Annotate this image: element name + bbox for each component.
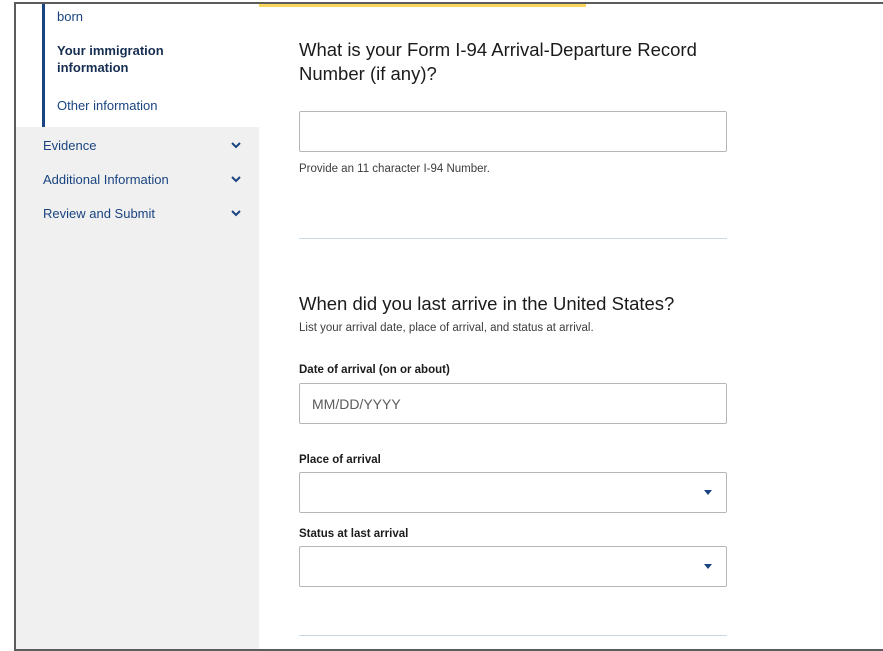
chevron-down-icon (231, 210, 241, 217)
sidebar-subitem-other[interactable]: Other information (57, 97, 157, 114)
caret-down-icon (704, 490, 712, 495)
date-of-arrival-label: Date of arrival (on or about) (299, 364, 450, 376)
i94-question-title: What is your Form I-94 Arrival-Departure… (299, 39, 697, 84)
sidebar-subitem-born[interactable]: born (57, 8, 83, 25)
sidebar-nav: born Your immigration information Other … (16, 4, 259, 649)
chevron-down-icon (231, 142, 241, 149)
section-divider (299, 635, 727, 636)
sidebar-item-additional-information[interactable]: Additional Information (43, 167, 243, 191)
active-indicator (42, 4, 45, 127)
place-of-arrival-label: Place of arrival (299, 454, 381, 466)
sidebar-item-label: Evidence (43, 137, 97, 153)
arrival-description: List your arrival date, place of arrival… (299, 322, 594, 334)
sidebar-item-label: Additional Information (43, 171, 169, 187)
sidebar-item-review-and-submit[interactable]: Review and Submit (43, 201, 243, 225)
i94-number-input[interactable] (299, 111, 727, 152)
arrival-question-title: When did you last arrive in the United S… (299, 293, 675, 314)
form-main: What is your Form I-94 Arrival-Departure… (259, 4, 883, 649)
place-of-arrival-select[interactable] (299, 472, 727, 513)
app-window: born Your immigration information Other … (14, 2, 883, 651)
date-of-arrival-input[interactable] (299, 383, 727, 424)
sidebar-item-label: Review and Submit (43, 205, 155, 221)
section-divider (299, 238, 727, 239)
caret-down-icon (704, 564, 712, 569)
i94-hint: Provide an 11 character I-94 Number. (299, 163, 490, 175)
status-at-arrival-select[interactable] (299, 546, 727, 587)
sidebar-subitem-immigration[interactable]: Your immigration information (57, 42, 197, 76)
sidebar-item-evidence[interactable]: Evidence (43, 133, 243, 157)
chevron-down-icon (231, 176, 241, 183)
status-at-arrival-label: Status at last arrival (299, 528, 409, 540)
